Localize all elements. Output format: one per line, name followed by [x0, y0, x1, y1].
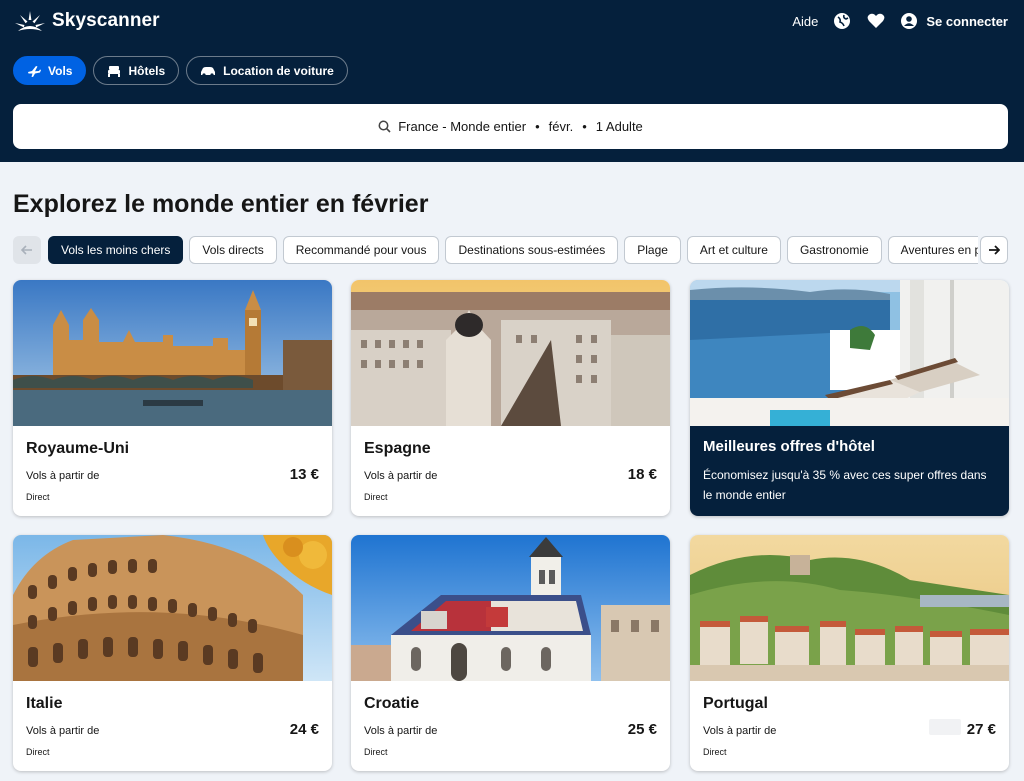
separator-dot: • — [582, 119, 587, 134]
chip-outdoor-adventures[interactable]: Aventures en plein air — [887, 236, 978, 264]
destination-name: Royaume-Uni — [26, 440, 130, 457]
faded-badge-placeholder — [929, 719, 961, 735]
product-tabs: Vols Hôtels Location de voiture — [13, 56, 348, 85]
globe-icon[interactable] — [832, 11, 852, 31]
login-button[interactable]: Se connecter — [900, 12, 1008, 30]
flights-from-label: Vols à partir de — [703, 725, 777, 737]
skyscanner-logo[interactable]: Skyscanner — [14, 9, 160, 33]
destination-name: Croatie — [364, 695, 420, 712]
tab-hotels[interactable]: Hôtels — [93, 56, 180, 85]
sunburst-logo-icon — [15, 11, 45, 31]
help-link[interactable]: Aide — [792, 14, 818, 29]
destination-image-zagreb — [351, 535, 670, 681]
separator-dot: • — [535, 119, 540, 134]
search-summary-bar[interactable]: France - Monde entier • févr. • 1 Adulte — [13, 104, 1008, 149]
flights-from-label: Vols à partir de — [26, 470, 100, 482]
bed-icon — [108, 65, 121, 77]
hotel-deals-promo-card[interactable]: Meilleures offres d'hôtel Économisez jus… — [690, 280, 1009, 516]
scroll-right-arrow-icon[interactable] — [980, 236, 1008, 264]
destination-name: Portugal — [703, 695, 768, 712]
plane-icon — [28, 65, 41, 77]
search-origin: France - Monde entier — [398, 119, 527, 134]
destination-name: Italie — [26, 695, 63, 712]
direct-label: Direct — [364, 747, 388, 757]
price-value: 18 € — [627, 466, 657, 483]
user-icon — [901, 13, 918, 29]
tab-flights-label: Vols — [48, 63, 73, 78]
chip-cheapest-flights[interactable]: Vols les moins chers — [48, 236, 184, 264]
destination-image-lisbon — [690, 535, 1009, 681]
flights-from-label: Vols à partir de — [26, 725, 100, 737]
destination-card-italy[interactable]: Italie Vols à partir de 24 € Direct — [13, 535, 332, 771]
scroll-left-arrow-icon[interactable] — [13, 236, 41, 264]
destination-card-spain[interactable]: Espagne Vols à partir de 18 € Direct — [351, 280, 670, 516]
brand-name: Skyscanner — [52, 10, 160, 31]
search-travellers: 1 Adulte — [595, 119, 643, 134]
chip-beach[interactable]: Plage — [624, 236, 681, 264]
destination-card-uk[interactable]: Royaume-Uni Vols à partir de 13 € Direct — [13, 280, 332, 516]
price-value: 13 € — [289, 466, 319, 483]
price-value: 25 € — [627, 721, 657, 738]
direct-label: Direct — [703, 747, 727, 757]
tab-hotels-label: Hôtels — [128, 63, 166, 78]
top-nav: Aide Se connecter — [792, 11, 1008, 31]
flights-from-label: Vols à partir de — [364, 725, 438, 737]
chip-recommended[interactable]: Recommandé pour vous — [282, 236, 440, 264]
destination-image-colosseum — [13, 535, 332, 681]
chip-underrated-destinations[interactable]: Destinations sous-estimées — [445, 236, 619, 264]
filter-chips: Vols les moins chers Vols directs Recomm… — [48, 236, 978, 264]
promo-image-terrace — [690, 280, 1009, 426]
header: Skyscanner Aide Se connecter Vols Hôtels… — [0, 0, 1024, 162]
flights-from-label: Vols à partir de — [364, 470, 438, 482]
destination-image-madrid — [351, 280, 670, 426]
search-date: févr. — [548, 119, 574, 134]
direct-label: Direct — [26, 492, 50, 502]
price-value: 24 € — [289, 721, 319, 738]
promo-title: Meilleures offres d'hôtel — [703, 438, 875, 455]
chip-art-culture[interactable]: Art et culture — [686, 236, 781, 264]
tab-car-hire[interactable]: Location de voiture — [186, 56, 348, 85]
tab-flights[interactable]: Vols — [13, 56, 87, 85]
direct-label: Direct — [364, 492, 388, 502]
destination-card-croatia[interactable]: Croatie Vols à partir de 25 € Direct — [351, 535, 670, 771]
destination-image-london — [13, 280, 332, 426]
direct-label: Direct — [26, 747, 50, 757]
page-title: Explorez le monde entier en février — [13, 190, 429, 218]
car-icon — [201, 66, 216, 77]
search-icon — [378, 120, 391, 133]
destination-name: Espagne — [364, 440, 431, 457]
tab-car-hire-label: Location de voiture — [223, 63, 334, 78]
price-value: 27 € — [966, 721, 996, 738]
chip-direct-flights[interactable]: Vols directs — [189, 236, 277, 264]
login-label: Se connecter — [926, 13, 1008, 29]
promo-text: Économisez jusqu'à 35 % avec ces super o… — [703, 468, 987, 502]
destination-card-portugal[interactable]: Portugal Vols à partir de 27 € Direct — [690, 535, 1009, 771]
chip-gastronomy[interactable]: Gastronomie — [786, 236, 882, 264]
filter-chips-row: Vols les moins chers Vols directs Recomm… — [13, 236, 1008, 264]
heart-icon[interactable] — [866, 11, 886, 31]
